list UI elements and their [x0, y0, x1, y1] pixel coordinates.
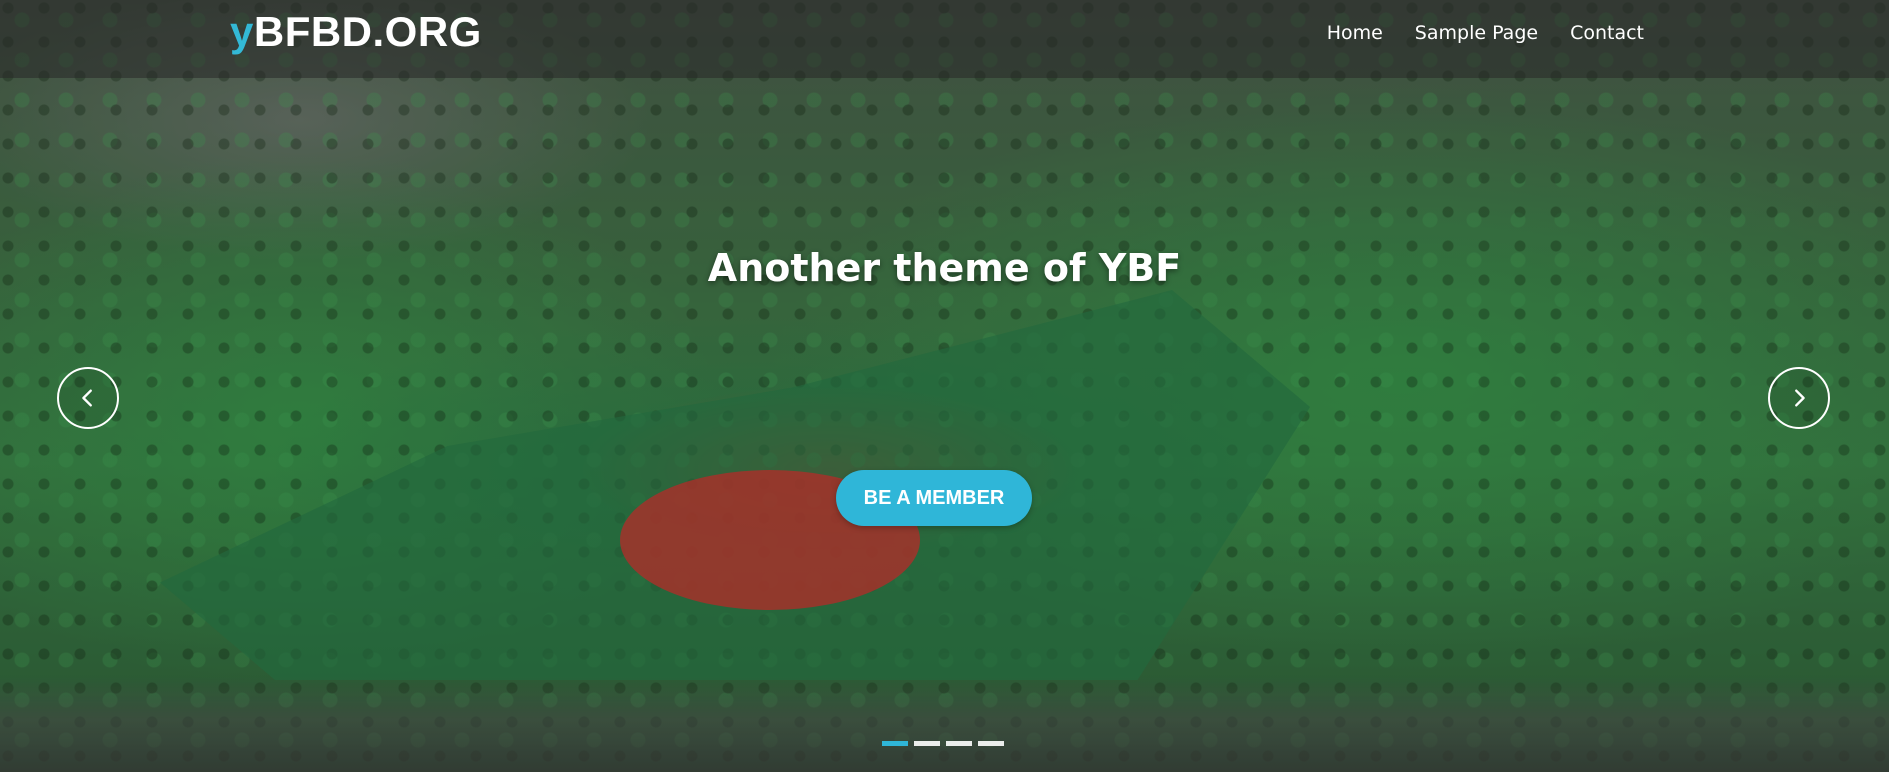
carousel-indicator-4[interactable]	[978, 741, 1004, 746]
hero-slider: yBFBD.ORG Home Sample Page Contact Anoth…	[0, 0, 1889, 772]
chevron-right-icon	[1795, 389, 1805, 407]
nav-link-sample-page[interactable]: Sample Page	[1415, 20, 1538, 46]
slide-caption: Another theme of YBF	[707, 246, 1182, 290]
hero-overlay	[0, 0, 1889, 772]
logo-prefix: y	[230, 8, 254, 55]
carousel-prev-button[interactable]	[57, 367, 119, 429]
main-menu: Home Sample Page Contact	[1327, 20, 1644, 46]
carousel-indicator-1[interactable]	[882, 741, 908, 746]
flag-banner-graphic	[160, 290, 1310, 680]
carousel-indicator-2[interactable]	[914, 741, 940, 746]
chevron-left-icon	[82, 389, 92, 407]
hero-photo	[0, 0, 1889, 772]
nav-link-home[interactable]: Home	[1327, 20, 1383, 46]
site-logo[interactable]: yBFBD.ORG	[230, 8, 482, 56]
top-navbar: yBFBD.ORG Home Sample Page Contact	[0, 0, 1889, 78]
carousel-indicators	[882, 741, 1004, 746]
nav-link-contact[interactable]: Contact	[1570, 20, 1644, 46]
carousel-indicator-3[interactable]	[946, 741, 972, 746]
railing-graphic	[0, 677, 1889, 772]
carousel-next-button[interactable]	[1768, 367, 1830, 429]
be-a-member-button[interactable]: BE A MEMBER	[836, 470, 1032, 526]
logo-text: BFBD.ORG	[253, 8, 482, 55]
